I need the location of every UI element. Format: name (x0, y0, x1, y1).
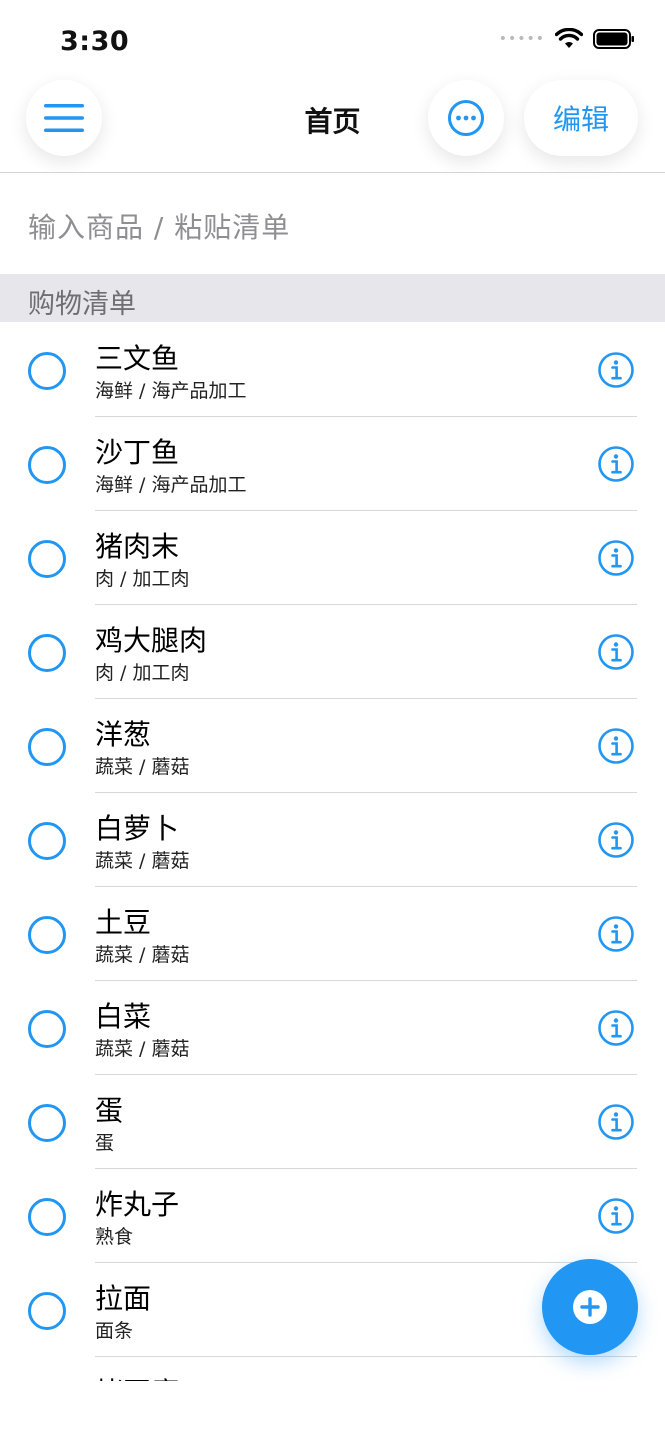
item-name: 炸丸子 (95, 1188, 180, 1221)
list-item[interactable]: 土豆 蔬菜 / 蘑菇 (0, 887, 665, 981)
checkbox-circle[interactable] (28, 822, 66, 860)
checkbox-circle[interactable] (28, 540, 66, 578)
add-item-button[interactable] (542, 1259, 638, 1355)
item-category: 熟食 (95, 1226, 134, 1248)
item-name: 烤豆腐 (95, 1371, 179, 1381)
list-item[interactable]: 鸡大腿肉 肉 / 加工肉 (0, 605, 665, 699)
checkbox-circle[interactable] (28, 916, 66, 954)
info-circle-icon[interactable] (597, 351, 635, 389)
ellipsis-circle-icon (448, 100, 484, 136)
cellular-signal-icon: ••••• (498, 31, 545, 47)
info-circle-icon[interactable] (597, 1103, 635, 1141)
checkbox-circle[interactable] (28, 1292, 66, 1330)
section-title: 购物清单 (28, 289, 136, 320)
list-item[interactable]: 沙丁鱼 海鲜 / 海产品加工 (0, 417, 665, 511)
item-name: 白菜 (95, 1000, 152, 1033)
list-item[interactable]: 猪肉末 肉 / 加工肉 (0, 511, 665, 605)
shopping-list: 三文鱼 海鲜 / 海产品加工 沙丁鱼 海鲜 / 海产品加工 猪肉末 肉 / 加工… (0, 323, 665, 1381)
item-category: 蔬菜 / 蘑菇 (95, 850, 190, 872)
list-item[interactable]: 白菜 蔬菜 / 蘑菇 (0, 981, 665, 1075)
list-item[interactable]: 烤豆腐 (0, 1357, 665, 1381)
item-name: 洋葱 (95, 718, 152, 751)
bottom-safe-area (0, 1381, 665, 1440)
info-circle-icon[interactable] (597, 445, 635, 483)
item-name: 拉面 (95, 1282, 152, 1315)
item-name: 鸡大腿肉 (95, 624, 208, 657)
more-options-button[interactable] (428, 80, 504, 156)
info-circle-icon[interactable] (597, 1009, 635, 1047)
info-circle-icon[interactable] (597, 1197, 635, 1235)
info-circle-icon[interactable] (597, 915, 635, 953)
item-category: 蛋 (95, 1132, 115, 1154)
edit-button[interactable]: 编辑 (524, 80, 638, 156)
item-name: 蛋 (95, 1094, 124, 1127)
item-name: 沙丁鱼 (95, 436, 180, 469)
item-name: 土豆 (95, 906, 152, 939)
checkbox-circle[interactable] (28, 728, 66, 766)
item-category: 肉 / 加工肉 (95, 662, 190, 684)
item-category: 肉 / 加工肉 (95, 568, 190, 590)
navigation-bar: 首页 编辑 (0, 80, 665, 173)
wifi-icon (555, 28, 583, 48)
checkbox-circle[interactable] (28, 352, 66, 390)
item-category: 海鲜 / 海产品加工 (95, 380, 247, 402)
battery-icon (593, 29, 634, 49)
list-item[interactable]: 白萝卜 蔬菜 / 蘑菇 (0, 793, 665, 887)
status-time: 3:30 (60, 26, 130, 57)
list-item[interactable]: 蛋 蛋 (0, 1075, 665, 1169)
item-category: 蔬菜 / 蘑菇 (95, 756, 190, 778)
checkbox-circle[interactable] (28, 1010, 66, 1048)
checkbox-circle[interactable] (28, 634, 66, 672)
add-item-input[interactable]: 输入商品 / 粘贴清单 (0, 172, 665, 274)
list-item[interactable]: 洋葱 蔬菜 / 蘑菇 (0, 699, 665, 793)
item-name: 白萝卜 (95, 812, 180, 845)
item-category: 蔬菜 / 蘑菇 (95, 944, 190, 966)
item-name: 三文鱼 (95, 342, 180, 375)
status-bar: 3:30 ••••• (0, 0, 665, 80)
list-item[interactable]: 炸丸子 熟食 (0, 1169, 665, 1263)
info-circle-icon[interactable] (597, 633, 635, 671)
checkbox-circle[interactable] (28, 1104, 66, 1142)
section-header: 购物清单 (0, 274, 665, 322)
status-icons: ••••• (499, 28, 635, 50)
item-name: 猪肉末 (95, 530, 180, 563)
info-circle-icon[interactable] (597, 539, 635, 577)
checkbox-circle[interactable] (28, 446, 66, 484)
list-item[interactable]: 三文鱼 海鲜 / 海产品加工 (0, 323, 665, 417)
add-item-placeholder: 输入商品 / 粘贴清单 (28, 211, 291, 244)
item-category: 海鲜 / 海产品加工 (95, 474, 247, 496)
item-category: 蔬菜 / 蘑菇 (95, 1038, 190, 1060)
item-category: 面条 (95, 1320, 134, 1342)
info-circle-icon[interactable] (597, 727, 635, 765)
info-circle-icon[interactable] (597, 821, 635, 859)
plus-circle-icon (573, 1290, 607, 1324)
checkbox-circle[interactable] (28, 1198, 66, 1236)
